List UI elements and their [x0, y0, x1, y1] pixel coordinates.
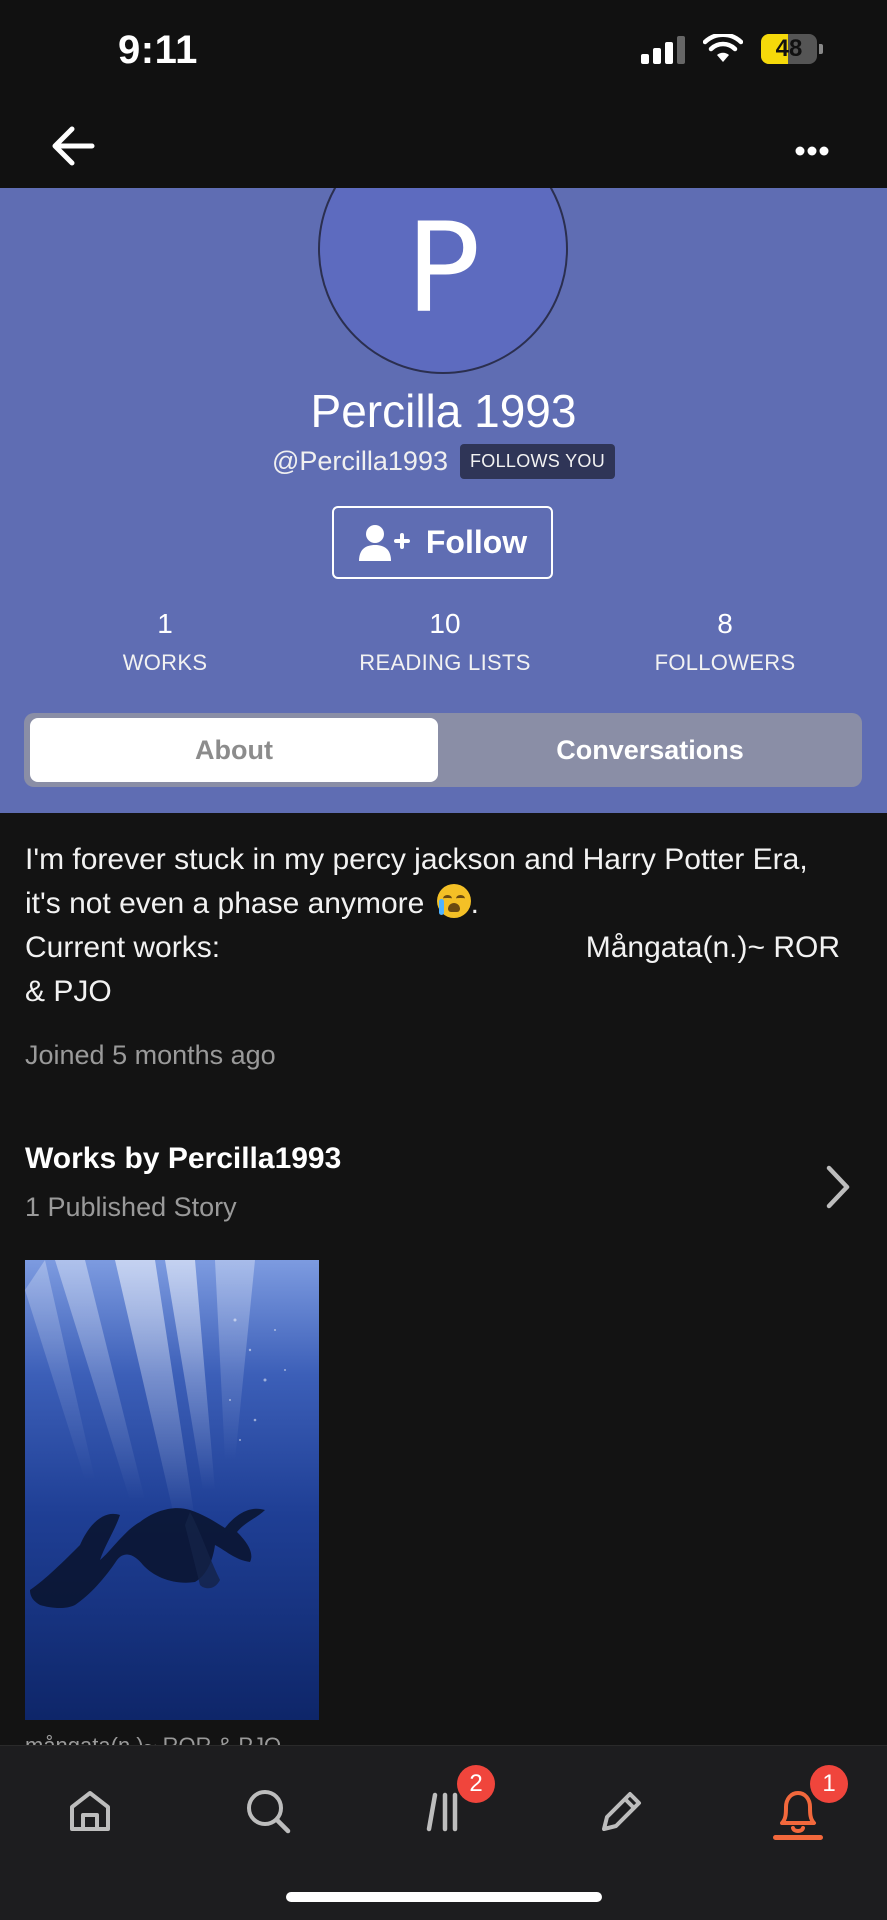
- write-icon: [602, 1792, 641, 1831]
- crying-face-icon: [436, 884, 471, 918]
- underwater-figure-image: [25, 1260, 286, 1609]
- battery-level: 48: [775, 35, 803, 62]
- back-button[interactable]: [46, 118, 102, 174]
- profile-stats: 1 WORKS 10 READING LISTS 8 FOLLOWERS: [0, 608, 887, 676]
- avatar: P: [318, 188, 568, 374]
- library-badge: 2: [457, 1765, 495, 1803]
- bio-text: I'm forever stuck in my percy jackson an…: [25, 838, 870, 1014]
- display-name: Percilla 1993: [310, 385, 577, 437]
- status-bar: 9:11 48: [0, 0, 887, 110]
- stat-label: READING LISTS: [359, 650, 531, 675]
- stat-label: FOLLOWERS: [654, 650, 796, 675]
- bio-line-text: it's not even a phase anymore: [25, 887, 425, 920]
- joined-date: Joined 5 months ago: [25, 1040, 276, 1070]
- status-time: 9:11: [118, 28, 198, 72]
- handle-row: @Percilla1993 FOLLOWS YOU: [0, 444, 887, 479]
- bio-line: it's not even a phase anymore .: [25, 882, 870, 926]
- follow-label: Follow: [425, 524, 528, 560]
- stat-value: 8: [717, 608, 733, 639]
- home-icon: [70, 1791, 110, 1831]
- tab-about-label: About: [195, 734, 273, 765]
- more-options-button[interactable]: [777, 118, 847, 174]
- stat-followers[interactable]: 8 FOLLOWERS: [585, 608, 865, 676]
- profile-header: P Percilla 1993 @Percilla1993 FOLLOWS YO…: [0, 188, 887, 813]
- bio-line: I'm forever stuck in my percy jackson an…: [25, 843, 808, 876]
- tab-conversations-label: Conversations: [556, 734, 744, 765]
- username-handle: @Percilla1993: [271, 446, 448, 476]
- tab-home[interactable]: [50, 1771, 130, 1851]
- bio-line: & PJO: [25, 975, 112, 1008]
- current-works-title: Mångata(n.)~ ROR: [585, 931, 840, 964]
- nav-bar: [0, 110, 887, 190]
- stat-works[interactable]: 1 WORKS: [25, 608, 305, 676]
- avatar-letter: P: [405, 197, 481, 341]
- stat-reading-lists[interactable]: 10 READING LISTS: [305, 608, 585, 676]
- add-user-icon: [358, 524, 410, 561]
- profile-tabs: About Conversations: [24, 713, 862, 787]
- arrow-left-icon: [52, 126, 95, 166]
- notifications-badge: 1: [810, 1765, 848, 1803]
- works-see-all-button[interactable]: [817, 1162, 857, 1212]
- tab-library[interactable]: 2: [405, 1765, 495, 1851]
- chevron-right-icon: [826, 1165, 850, 1209]
- bio-current-works-row: Current works: Mångata(n.)~ ROR: [25, 926, 840, 970]
- works-section-header[interactable]: Works by Percilla1993 1 Published Story: [25, 1142, 341, 1223]
- home-indicator[interactable]: [286, 1892, 602, 1902]
- story-cover[interactable]: [25, 1260, 319, 1720]
- tab-conversations[interactable]: Conversations: [444, 718, 856, 782]
- works-title: Works by Percilla1993: [25, 1142, 342, 1175]
- stat-label: WORKS: [122, 650, 208, 675]
- tab-write[interactable]: [580, 1771, 660, 1851]
- battery-icon: 48: [761, 34, 823, 64]
- follow-button[interactable]: Follow: [332, 506, 553, 579]
- wifi-icon: [703, 34, 743, 62]
- search-icon: [247, 1790, 291, 1834]
- tab-about[interactable]: About: [30, 718, 438, 782]
- tab-search[interactable]: [228, 1771, 308, 1851]
- stat-value: 10: [429, 608, 461, 639]
- cellular-signal-icon: [641, 34, 685, 64]
- works-count: 1 Published Story: [25, 1192, 237, 1222]
- status-indicators: 48: [641, 34, 823, 64]
- follows-you-badge: FOLLOWS YOU: [460, 444, 615, 479]
- stat-value: 1: [157, 608, 173, 639]
- more-dots-icon: [795, 146, 829, 156]
- bio-period: .: [470, 887, 479, 920]
- active-tab-indicator: [773, 1835, 823, 1840]
- current-works-label: Current works:: [25, 931, 221, 964]
